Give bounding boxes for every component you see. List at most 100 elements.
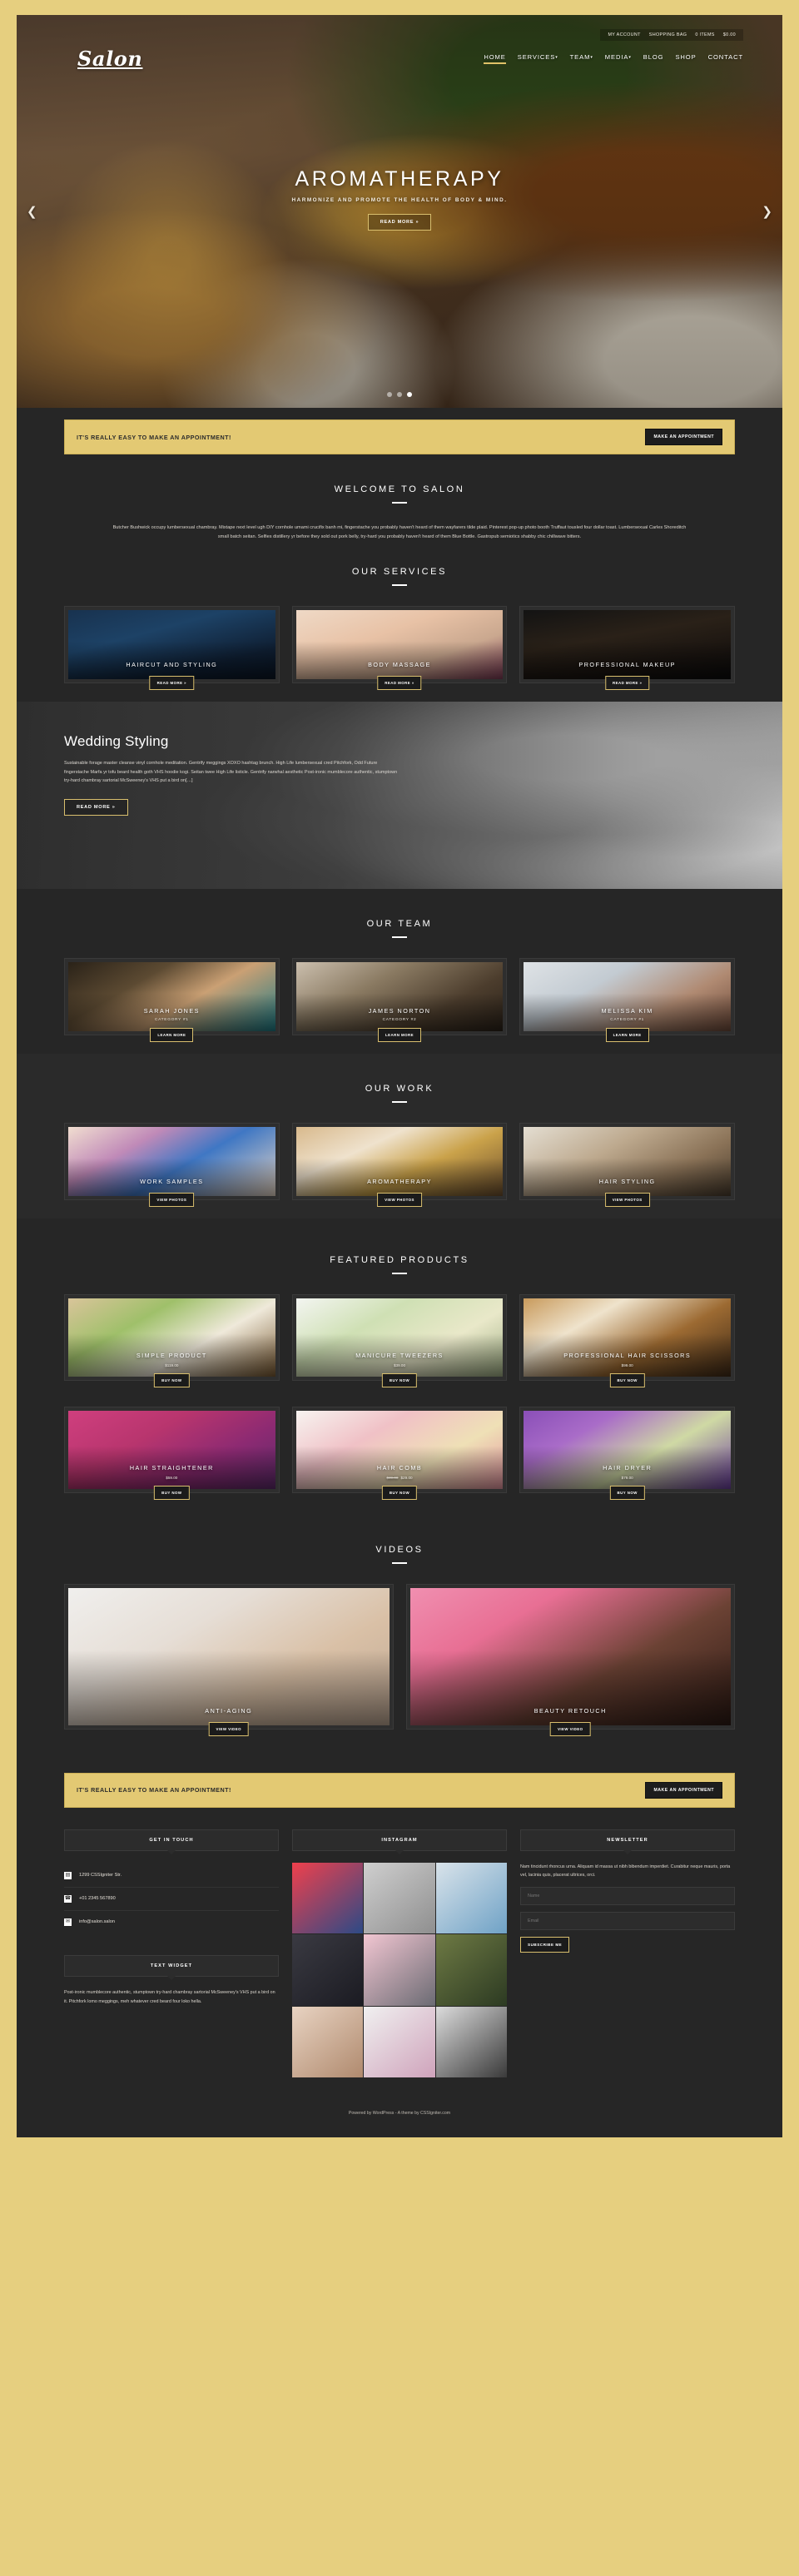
topbar-shopping-bag[interactable]: Shopping Bag xyxy=(649,32,687,37)
product-price: $79.00 xyxy=(524,1476,731,1480)
instagram-photo[interactable] xyxy=(435,1862,507,1934)
team-learn-more-button[interactable]: Learn More xyxy=(377,1027,422,1042)
product-buy-now-button[interactable]: Buy Now xyxy=(609,1485,645,1500)
team-card[interactable]: James Norton Category #2 Learn More xyxy=(291,957,508,1042)
work-view-photos-button[interactable]: View Photos xyxy=(149,1192,195,1207)
appointment-bar-top: It's really easy to make an appointment!… xyxy=(64,419,735,454)
text-widget-header: Text Widget xyxy=(64,1954,279,1977)
team-heading: Our Team xyxy=(64,919,735,938)
newsletter-email-input[interactable] xyxy=(520,1911,735,1930)
instagram-photo[interactable] xyxy=(292,2006,364,2077)
slider-dot[interactable] xyxy=(397,392,402,397)
products-heading: Featured Products xyxy=(64,1255,735,1274)
slider-next-chevron-right-icon[interactable]: ❯ xyxy=(762,204,772,219)
view-video-button[interactable]: View Video xyxy=(549,1721,591,1736)
wedding-read-more-button[interactable]: Read More » xyxy=(64,798,128,816)
team-card[interactable]: Sarah Jones Category #1 Learn More xyxy=(64,957,280,1042)
work-view-photos-button[interactable]: View Photos xyxy=(377,1192,422,1207)
service-card[interactable]: Body Massage Read More » xyxy=(291,605,508,690)
services-heading: Our Services xyxy=(64,567,735,586)
contact-phone[interactable]: +01 2345 567890 xyxy=(79,1896,116,1901)
instagram-photo[interactable] xyxy=(435,2006,507,2077)
product-card[interactable]: Hair Straightener $59.00 Buy Now xyxy=(64,1406,280,1500)
product-title: Hair Straightener xyxy=(129,1464,214,1472)
product-card[interactable]: Professional Hair Scissors $99.00 Buy No… xyxy=(519,1293,736,1387)
image-shade xyxy=(409,1587,731,1725)
topbar-my-account[interactable]: My Account xyxy=(608,32,640,37)
view-video-button[interactable]: View Video xyxy=(208,1721,250,1736)
wedding-content: Wedding Styling Sustainable forage maste… xyxy=(17,702,449,847)
newsletter-name-input[interactable] xyxy=(520,1886,735,1905)
nav-item-shop[interactable]: Shop xyxy=(675,53,696,64)
product-card[interactable]: Hair Dryer $79.00 Buy Now xyxy=(519,1406,736,1500)
nav-item-media[interactable]: Media▾ xyxy=(605,53,632,64)
utility-topbar: My Account Shopping Bag 0 Items $0.00 xyxy=(600,29,743,41)
work-card[interactable]: Aromatherapy View Photos xyxy=(291,1122,508,1207)
instagram-photo[interactable] xyxy=(364,2006,435,2077)
product-card[interactable]: Simple Product $119.00 Buy Now xyxy=(64,1293,280,1387)
nav-item-services[interactable]: Services▾ xyxy=(518,53,558,64)
team-member-name: James Norton xyxy=(368,1007,431,1015)
nav-label: Media xyxy=(604,53,629,61)
welcome-body: Butcher Bushwick occupy lumbersexual cha… xyxy=(112,525,687,539)
product-card[interactable]: Hair Comb $39.00 $29.00 Buy Now xyxy=(291,1406,508,1500)
hero-caption: Aromatherapy Harmonize and promote the h… xyxy=(17,167,782,231)
product-buy-now-button[interactable]: Buy Now xyxy=(154,1485,190,1500)
work-card[interactable]: Work Samples View Photos xyxy=(64,1122,280,1207)
appointment-text: It's really easy to make an appointment! xyxy=(77,1786,231,1794)
product-current-price: $39.00 xyxy=(393,1362,406,1367)
instagram-photo-grid xyxy=(292,1862,507,2077)
videos-section: Videos Anti-Aging View Video xyxy=(17,1511,782,1748)
product-thumbnail: Hair Straightener $59.00 xyxy=(68,1410,275,1489)
contact-email[interactable]: info@salon.salon xyxy=(79,1919,115,1924)
work-view-photos-button[interactable]: View Photos xyxy=(604,1192,650,1207)
product-buy-now-button[interactable]: Buy Now xyxy=(609,1372,645,1387)
team-learn-more-button[interactable]: Learn More xyxy=(150,1027,194,1042)
product-buy-now-button[interactable]: Buy Now xyxy=(154,1372,190,1387)
service-card[interactable]: Haircut and Styling Read More » xyxy=(64,605,280,690)
product-buy-now-button[interactable]: Buy Now xyxy=(381,1372,418,1387)
slider-pagination[interactable] xyxy=(17,392,782,397)
slider-prev-chevron-left-icon[interactable]: ❮ xyxy=(27,204,37,219)
slider-dot-active[interactable] xyxy=(407,392,412,397)
footer-widget-columns: Get in Touch ▤ 1299 CSSIgniter Str. ☎ +0… xyxy=(64,1829,735,2077)
service-read-more-button[interactable]: Read More » xyxy=(149,675,195,690)
instagram-photo[interactable] xyxy=(364,1862,435,1934)
work-card[interactable]: Hair Styling View Photos xyxy=(519,1122,736,1207)
nav-item-team[interactable]: Team▾ xyxy=(570,53,593,64)
team-card[interactable]: Melissa Kim Category #1 Learn More xyxy=(519,957,736,1042)
hero-slider[interactable]: My Account Shopping Bag 0 Items $0.00 Sa… xyxy=(17,15,782,408)
instagram-photo[interactable] xyxy=(364,1934,435,2006)
video-card[interactable]: Anti-Aging View Video xyxy=(64,1583,394,1736)
section-title: Our Work xyxy=(365,1083,434,1094)
hero-read-more-button[interactable]: Read More » xyxy=(367,214,432,231)
make-appointment-button[interactable]: Make an Appointment xyxy=(645,429,722,445)
newsletter-subscribe-button[interactable]: Subscribe Me xyxy=(520,1936,570,1953)
nav-item-contact[interactable]: Contact xyxy=(708,53,743,64)
product-buy-now-button[interactable]: Buy Now xyxy=(381,1485,418,1500)
nav-item-home[interactable]: Home xyxy=(484,53,507,64)
service-read-more-button[interactable]: Read More » xyxy=(377,675,422,690)
work-title: Hair Styling xyxy=(598,1178,656,1186)
team-learn-more-button[interactable]: Learn More xyxy=(605,1027,649,1042)
nav-label: Shop xyxy=(675,53,697,61)
page-root: My Account Shopping Bag 0 Items $0.00 Sa… xyxy=(0,0,799,2576)
product-price: $99.00 xyxy=(524,1363,731,1367)
service-read-more-button[interactable]: Read More » xyxy=(604,675,650,690)
make-appointment-button[interactable]: Make an Appointment xyxy=(645,1781,722,1799)
nav-item-blog[interactable]: Blog xyxy=(643,53,664,64)
slider-dot[interactable] xyxy=(387,392,392,397)
team-member-category: Category #1 xyxy=(154,1017,189,1022)
section-rule xyxy=(392,502,407,504)
site-logo[interactable]: Salon xyxy=(77,47,142,71)
video-card[interactable]: Beauty Retouch View Video xyxy=(405,1583,735,1736)
work-thumbnail: Aromatherapy xyxy=(295,1126,504,1196)
instagram-photo[interactable] xyxy=(435,1934,507,2006)
instagram-photo[interactable] xyxy=(292,1862,364,1934)
service-card[interactable]: Professional Makeup Read More » xyxy=(519,605,736,690)
work-title: Aromatherapy xyxy=(367,1178,432,1186)
instagram-photo[interactable] xyxy=(292,1934,364,2006)
product-card[interactable]: Manicure Tweezers $39.00 Buy Now xyxy=(291,1293,508,1387)
nav-label: Services xyxy=(517,53,556,61)
widget-title: Instagram xyxy=(381,1837,418,1843)
